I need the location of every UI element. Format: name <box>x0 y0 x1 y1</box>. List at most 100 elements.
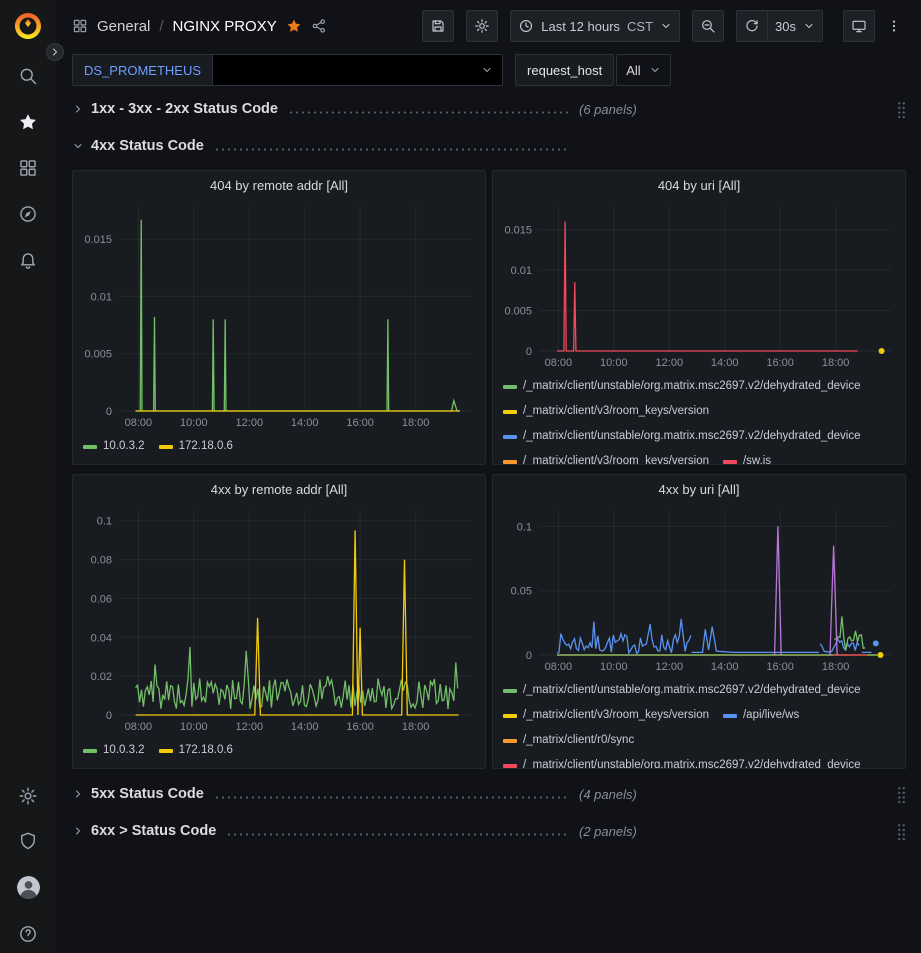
refresh-interval-dropdown[interactable]: 30s <box>767 10 823 42</box>
grafana-logo[interactable] <box>12 10 44 42</box>
time-range-picker[interactable]: Last 12 hours CST <box>510 10 680 42</box>
zoom-out-time-button[interactable] <box>692 10 724 42</box>
legend-item[interactable]: 10.0.3.2 <box>83 743 145 758</box>
svg-text:18:00: 18:00 <box>822 661 850 673</box>
sidebar <box>0 0 56 953</box>
row-header-1xx-3xx-2xx[interactable]: 1xx - 3xx - 2xx Status Code (6 panels) <box>72 95 906 123</box>
row-dotted-leader <box>226 833 569 836</box>
legend-swatch <box>503 410 517 414</box>
row-drag-handle[interactable] <box>897 101 906 118</box>
legend-label[interactable]: /_matrix/client/v3/room_keys/version <box>523 404 709 419</box>
legend-label[interactable]: /_matrix/client/unstable/org.matrix.msc2… <box>523 758 861 768</box>
legend-swatch <box>723 714 737 718</box>
legend-item[interactable]: /_matrix/client/r0/sync <box>503 733 634 748</box>
legend-label[interactable]: /_matrix/client/v3/room_keys/version <box>523 454 709 464</box>
panel-title[interactable]: 404 by uri [All] <box>493 171 905 199</box>
time-series-chart[interactable]: 08:0010:0012:0014:0016:0018:0000.0050.01… <box>493 199 905 371</box>
row-panel-count: (6 panels) <box>579 102 637 117</box>
legend-label[interactable]: /_matrix/client/v3/room_keys/version <box>523 708 709 723</box>
explore-compass-icon[interactable] <box>18 204 38 224</box>
legend-label[interactable]: /_matrix/client/unstable/org.matrix.msc2… <box>523 379 861 394</box>
help-icon[interactable] <box>18 924 38 944</box>
panel-404-by-remote-addr: 404 by remote addr [All] 08:0010:0012:00… <box>72 170 486 465</box>
legend-label[interactable]: /_matrix/client/unstable/org.matrix.msc2… <box>523 683 861 698</box>
refresh-button[interactable] <box>736 10 768 42</box>
variable-value-ds-prometheus[interactable] <box>213 54 503 86</box>
legend-item[interactable]: /_matrix/client/unstable/org.matrix.msc2… <box>503 429 861 444</box>
row-title: 4xx Status Code <box>91 138 204 154</box>
panel-title[interactable]: 4xx by remote addr [All] <box>73 475 485 503</box>
dashboard-title[interactable]: NGINX PROXY <box>173 18 277 35</box>
timezone-label: CST <box>627 19 653 34</box>
variable-label-ds-prometheus: DS_PROMETHEUS <box>72 54 213 86</box>
kebab-menu-icon[interactable] <box>881 10 907 42</box>
svg-text:0.04: 0.04 <box>91 632 112 644</box>
chevron-right-icon <box>72 825 84 837</box>
legend-item[interactable]: /_matrix/client/unstable/org.matrix.msc2… <box>503 683 861 698</box>
legend-label[interactable]: /sw.js <box>743 454 771 464</box>
breadcrumb-folder[interactable]: General <box>97 18 150 35</box>
svg-text:10:00: 10:00 <box>180 417 208 429</box>
svg-text:10:00: 10:00 <box>600 357 628 369</box>
legend-label[interactable]: 172.18.0.6 <box>179 743 233 758</box>
legend-item[interactable]: /api/live/ws <box>723 708 799 723</box>
panel-title[interactable]: 404 by remote addr [All] <box>73 171 485 199</box>
dashboards-icon[interactable] <box>18 158 38 178</box>
row-header-4xx[interactable]: 4xx Status Code <box>72 132 906 160</box>
legend-item[interactable]: /_matrix/client/unstable/org.matrix.msc2… <box>503 379 861 394</box>
legend-label[interactable]: 172.18.0.6 <box>179 439 233 454</box>
legend-item[interactable]: 172.18.0.6 <box>159 439 233 454</box>
row-panel-count: (2 panels) <box>579 824 637 839</box>
dashboard-settings-button[interactable] <box>466 10 498 42</box>
time-series-chart[interactable]: 08:0010:0012:0014:0016:0018:0000.020.040… <box>73 503 485 735</box>
legend-label[interactable]: 10.0.3.2 <box>103 439 145 454</box>
svg-text:0: 0 <box>106 710 112 722</box>
svg-text:10:00: 10:00 <box>180 721 208 733</box>
legend-label[interactable]: /_matrix/client/unstable/org.matrix.msc2… <box>523 429 861 444</box>
legend-item[interactable]: /_matrix/client/v3/room_keys/version <box>503 404 709 419</box>
time-series-chart[interactable]: 08:0010:0012:0014:0016:0018:0000.050.1 <box>493 503 905 675</box>
svg-text:0.08: 0.08 <box>91 555 112 567</box>
alerting-bell-icon[interactable] <box>18 250 38 270</box>
svg-text:12:00: 12:00 <box>656 357 684 369</box>
row-drag-handle[interactable] <box>897 823 906 840</box>
admin-shield-icon[interactable] <box>18 831 38 851</box>
panel-404-by-uri: 404 by uri [All] 08:0010:0012:0014:0016:… <box>492 170 906 465</box>
svg-text:0: 0 <box>526 650 532 662</box>
legend-swatch <box>503 764 517 768</box>
panel-title[interactable]: 4xx by uri [All] <box>493 475 905 503</box>
main-area: General / NGINX PROXY Last 12 hours CST <box>56 0 921 953</box>
sidebar-expand-chevron[interactable] <box>46 43 64 61</box>
variable-value-request-host[interactable]: All <box>616 54 670 86</box>
svg-text:16:00: 16:00 <box>346 721 374 733</box>
row-header-5xx[interactable]: 5xx Status Code (4 panels) <box>72 780 906 808</box>
row-header-6xx[interactable]: 6xx > Status Code (2 panels) <box>72 817 906 845</box>
starred-dashboards-icon[interactable] <box>18 112 38 132</box>
time-series-chart[interactable]: 08:0010:0012:0014:0016:0018:0000.0050.01… <box>73 199 485 431</box>
legend-item[interactable]: /_matrix/client/v3/room_keys/version <box>503 454 709 464</box>
legend-label[interactable]: /api/live/ws <box>743 708 799 723</box>
svg-text:0.015: 0.015 <box>504 225 532 237</box>
legend-label[interactable]: 10.0.3.2 <box>103 743 145 758</box>
legend-item[interactable]: 10.0.3.2 <box>83 439 145 454</box>
legend-swatch <box>503 689 517 693</box>
legend-label[interactable]: /_matrix/client/r0/sync <box>523 733 634 748</box>
user-avatar[interactable] <box>17 876 40 899</box>
dashboard-content: 1xx - 3xx - 2xx Status Code (6 panels) 4… <box>56 88 921 953</box>
panel-legend: /_matrix/client/unstable/org.matrix.msc2… <box>493 371 905 464</box>
share-icon[interactable] <box>311 18 327 34</box>
legend-swatch <box>159 749 173 753</box>
settings-gear-icon[interactable] <box>18 786 38 806</box>
svg-text:0.01: 0.01 <box>511 265 532 277</box>
legend-item[interactable]: 172.18.0.6 <box>159 743 233 758</box>
favorite-star-icon[interactable] <box>286 18 302 34</box>
search-icon[interactable] <box>18 66 38 86</box>
breadcrumb: General / NGINX PROXY <box>72 18 327 35</box>
save-dashboard-button[interactable] <box>422 10 454 42</box>
legend-item[interactable]: /_matrix/client/unstable/org.matrix.msc2… <box>503 758 861 768</box>
svg-text:0.05: 0.05 <box>511 586 532 598</box>
legend-item[interactable]: /sw.js <box>723 454 771 464</box>
row-drag-handle[interactable] <box>897 786 906 803</box>
legend-item[interactable]: /_matrix/client/v3/room_keys/version <box>503 708 709 723</box>
tv-kiosk-mode-button[interactable] <box>843 10 875 42</box>
